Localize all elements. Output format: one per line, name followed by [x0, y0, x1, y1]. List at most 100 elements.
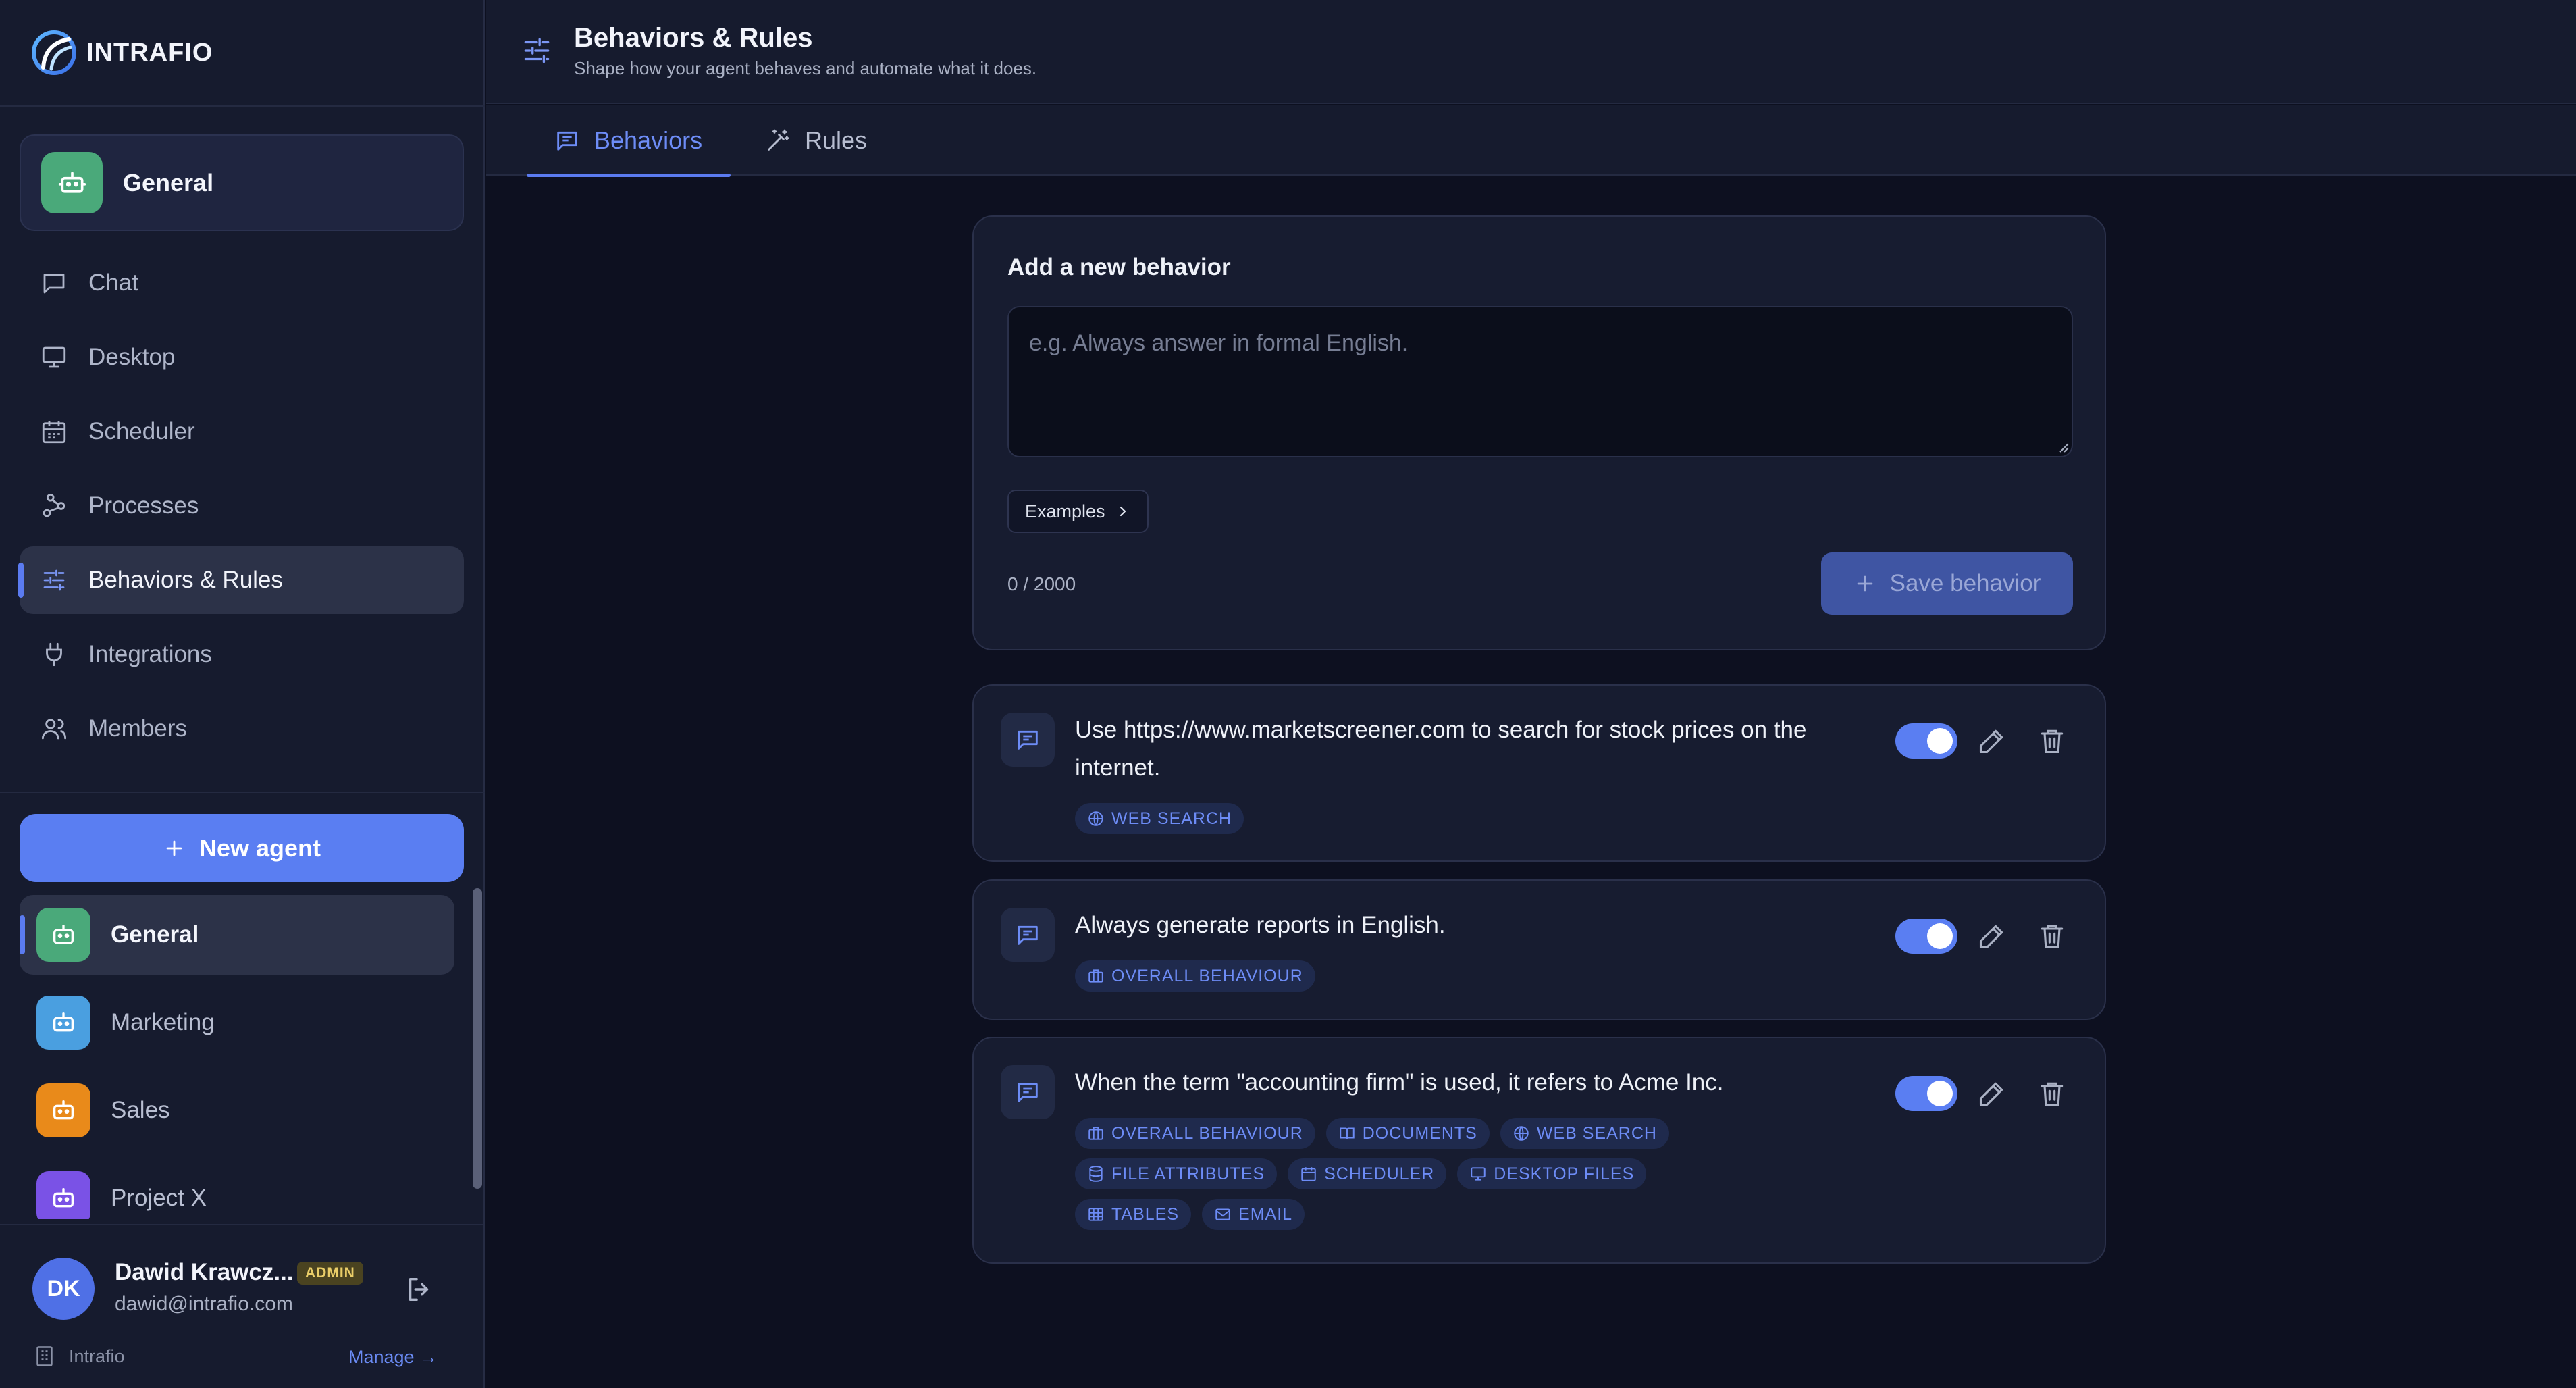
- pencil-icon[interactable]: [1977, 921, 2007, 951]
- briefcase-icon: [1088, 1127, 1103, 1140]
- resize-grip-icon[interactable]: [2057, 441, 2070, 453]
- sliders-icon: [524, 38, 550, 63]
- new-behavior-title: Add a new behavior: [1007, 254, 1231, 280]
- calendar-icon: [1301, 1167, 1316, 1181]
- behavior-toggle[interactable]: [1895, 1076, 1957, 1111]
- tab-label: Rules: [805, 126, 868, 154]
- tab-label: Behaviors: [594, 126, 703, 154]
- tag-email: EMAIL: [1202, 1199, 1305, 1230]
- page-header: Behaviors & Rules Shape how your agent b…: [486, 0, 2576, 104]
- behavior-toggle[interactable]: [1895, 723, 1957, 759]
- pencil-icon[interactable]: [1977, 1079, 2007, 1108]
- sidebar: INTRAFIO General Chat Desktop Scheduler: [0, 0, 485, 1388]
- agent-list-scrollbar[interactable]: [473, 888, 482, 1189]
- tag-label: OVERALL BEHAVIOUR: [1111, 1123, 1303, 1143]
- agent-item-sales[interactable]: Sales: [20, 1071, 454, 1150]
- behavior-card: When the term "accounting firm" is used,…: [972, 1037, 2106, 1264]
- briefcase-icon: [1088, 969, 1103, 983]
- sidebar-item-desktop[interactable]: Desktop: [20, 324, 464, 391]
- monitor-icon: [1471, 1167, 1486, 1181]
- tag-documents: DOCUMENTS: [1325, 1118, 1490, 1149]
- behavior-text: When the term "accounting firm" is used,…: [1075, 1069, 1724, 1096]
- sidebar-item-processes[interactable]: Processes: [20, 472, 464, 540]
- message-icon: [557, 131, 577, 151]
- magic-wand-icon: [768, 129, 789, 151]
- tag-label: SCHEDULER: [1324, 1164, 1435, 1183]
- tag-label: OVERALL BEHAVIOUR: [1111, 966, 1303, 985]
- agent-item-project-x[interactable]: Project X: [20, 1158, 454, 1219]
- users-icon: [41, 719, 67, 740]
- behavior-toggle[interactable]: [1895, 919, 1957, 954]
- agent-item-general[interactable]: General: [20, 895, 454, 975]
- robot-icon: [53, 1012, 74, 1032]
- pencil-icon[interactable]: [1977, 726, 2007, 756]
- sidebar-item-chat[interactable]: Chat: [20, 249, 464, 317]
- robot-icon: [53, 1100, 74, 1120]
- examples-button[interactable]: Examples: [1007, 490, 1149, 533]
- robot-icon: [53, 925, 74, 944]
- trash-icon[interactable]: [2037, 726, 2067, 756]
- sidebar-item-label: Behaviors & Rules: [88, 567, 283, 593]
- tag-label: WEB SEARCH: [1111, 808, 1232, 828]
- agent-avatar: [36, 908, 90, 962]
- robot-icon: [53, 1188, 74, 1208]
- tag-scheduler: SCHEDULER: [1288, 1158, 1447, 1189]
- sidebar-item-label: Integrations: [88, 641, 212, 667]
- robot-icon: [58, 172, 86, 193]
- trash-icon[interactable]: [2037, 1079, 2067, 1108]
- sidebar-item-label: Chat: [88, 269, 138, 296]
- org-row: Intrafio: [32, 1344, 125, 1368]
- tag-label: FILE ATTRIBUTES: [1111, 1164, 1265, 1183]
- behavior-icon: [1001, 908, 1055, 962]
- page-title: Behaviors & Rules: [574, 23, 813, 53]
- user-profile: DK Dawid Krawcz... ADMIN dawid@intrafio.…: [0, 1224, 483, 1388]
- app-root: INTRAFIO General Chat Desktop Scheduler: [0, 0, 2576, 1388]
- tag-overall-behaviour: OVERALL BEHAVIOUR: [1075, 960, 1315, 992]
- current-agent-selector[interactable]: General: [20, 134, 464, 231]
- message-icon: [1018, 1083, 1038, 1102]
- agent-list: General Marketing Sales Project X: [20, 895, 454, 1219]
- mail-icon: [1215, 1208, 1230, 1220]
- tab-rules[interactable]: Rules: [737, 105, 894, 176]
- agent-item-marketing[interactable]: Marketing: [20, 983, 454, 1062]
- sidebar-item-members[interactable]: Members: [20, 695, 464, 763]
- sidebar-divider: [0, 105, 485, 107]
- agent-item-label: Project X: [111, 1185, 207, 1211]
- plug-icon: [46, 642, 62, 667]
- tab-bar: Behaviors Rules: [486, 105, 2576, 177]
- save-behavior-button[interactable]: Save behavior: [1821, 552, 2073, 615]
- agent-avatar: [41, 152, 103, 213]
- globe-icon: [1088, 811, 1103, 826]
- logout-icon[interactable]: [404, 1274, 435, 1305]
- sidebar-item-integrations[interactable]: Integrations: [20, 621, 464, 688]
- sliders-icon: [43, 569, 65, 591]
- tag-web-search: WEB SEARCH: [1500, 1118, 1669, 1149]
- chat-icon: [43, 274, 65, 294]
- behavior-tags: OVERALL BEHAVIOUR DOCUMENTS WEB SEARCH F…: [1075, 1118, 1764, 1230]
- building-icon: [36, 1346, 53, 1366]
- tab-behaviors[interactable]: Behaviors: [527, 105, 731, 177]
- tag-desktop-files: DESKTOP FILES: [1457, 1158, 1647, 1189]
- manage-link[interactable]: Manage →: [348, 1347, 438, 1368]
- calendar-icon: [42, 421, 66, 444]
- avatar[interactable]: DK: [32, 1258, 95, 1320]
- tag-label: EMAIL: [1238, 1204, 1293, 1224]
- agent-avatar: [36, 996, 90, 1050]
- sidebar-item-scheduler[interactable]: Scheduler: [20, 398, 464, 465]
- behavior-icon: [1001, 1065, 1055, 1119]
- agent-item-label: Sales: [111, 1097, 170, 1123]
- char-counter: 0 / 2000: [1007, 573, 1076, 594]
- workflow-icon: [43, 493, 65, 517]
- agent-avatar: [36, 1083, 90, 1137]
- agent-item-label: General: [111, 921, 199, 948]
- chevron-right-icon: [1120, 506, 1126, 517]
- sidebar-item-behaviors-rules[interactable]: Behaviors & Rules: [18, 546, 464, 614]
- behavior-input[interactable]: [1007, 306, 2073, 457]
- sidebar-item-label: Scheduler: [88, 418, 195, 444]
- intrafio-logo-icon: [32, 30, 76, 75]
- org-name: Intrafio: [69, 1345, 125, 1366]
- new-agent-button[interactable]: New agent: [20, 814, 464, 882]
- trash-icon[interactable]: [2037, 921, 2067, 951]
- sidebar-item-label: Processes: [88, 492, 199, 519]
- brand-logo[interactable]: INTRAFIO: [31, 27, 213, 78]
